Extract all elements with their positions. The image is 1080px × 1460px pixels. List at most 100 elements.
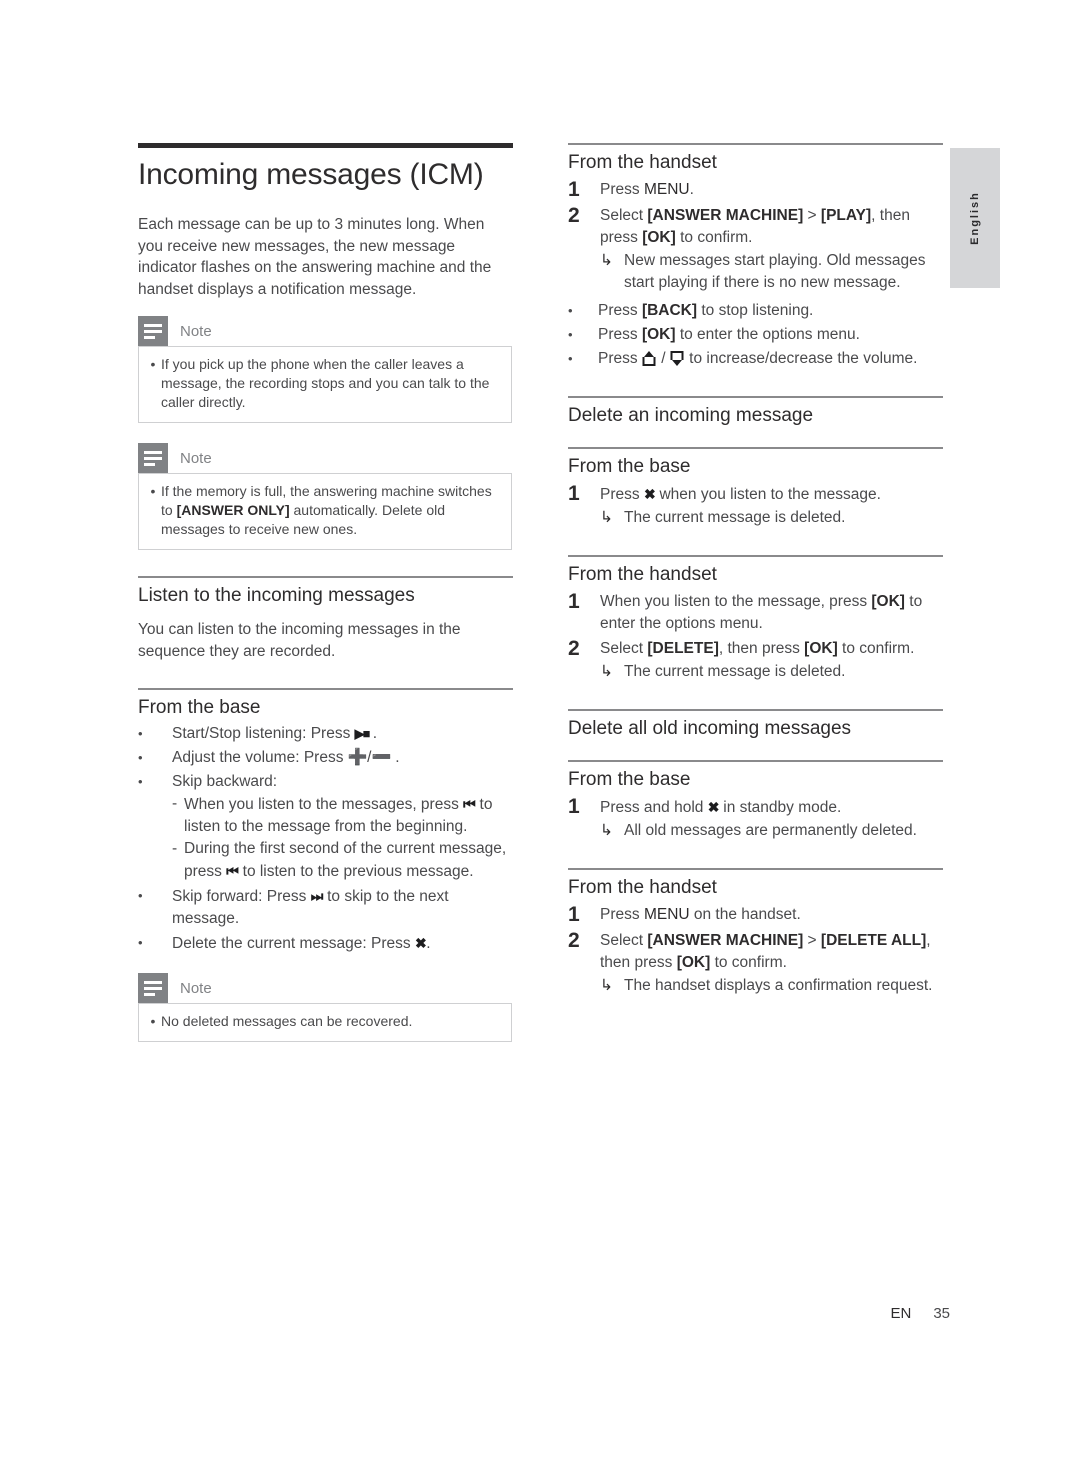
- footer-locale: EN: [890, 1305, 912, 1322]
- list-item-text: Press / to increase/decrease the volume.: [598, 348, 943, 370]
- volume-up-icon: [642, 351, 656, 366]
- result-arrow-icon: ↳: [600, 509, 613, 526]
- note-item-text: If the memory is full, the answering mac…: [161, 482, 501, 539]
- text-fragment: to confirm.: [837, 640, 915, 657]
- delete-x-icon: ✖: [414, 935, 427, 951]
- text-fragment: in standby mode.: [718, 799, 842, 816]
- text-fragment: Press: [598, 326, 642, 343]
- list-item-text: Delete the current message: Press ✖.: [172, 932, 513, 955]
- menu-keyword: [DELETE]: [647, 640, 719, 657]
- list-item: • Press / to increase/decrease the volum…: [568, 348, 943, 370]
- section-rule: [568, 396, 943, 398]
- section-rule: [138, 688, 513, 690]
- ok-key-label: [OK]: [871, 593, 905, 610]
- subheading-from-the-base: From the base: [568, 769, 691, 790]
- text-fragment: When you listen to the message, press: [600, 593, 872, 610]
- list-item-text: Press [BACK] to stop listening.: [598, 300, 943, 322]
- result-text: New messages start playing. Old messages…: [624, 252, 926, 291]
- note-label: Note: [180, 449, 212, 467]
- section-rule: [568, 447, 943, 449]
- bullet-dot-icon: •: [568, 327, 573, 342]
- step-text: Press MENU.: [600, 178, 943, 202]
- subheading-from-the-handset: From the handset: [568, 564, 717, 585]
- text-fragment: Start/Stop listening: Press: [172, 725, 355, 742]
- bullet-dot-icon: •: [568, 351, 573, 366]
- text-fragment: Adjust the volume: Press: [172, 749, 348, 766]
- ok-key-label: [OK]: [676, 954, 711, 971]
- result-text: The handset displays a confirmation requ…: [624, 977, 933, 994]
- menu-keyword: [PLAY]: [820, 207, 872, 224]
- text-fragment: Press: [598, 350, 642, 367]
- minus-icon: ➖: [371, 749, 391, 766]
- language-tab: English: [950, 148, 1000, 288]
- subheading-from-the-handset: From the handset: [568, 877, 717, 898]
- note-box-3: Note • No deleted messages can be recove…: [138, 973, 512, 1042]
- list-item-text: During the first second of the current m…: [184, 838, 513, 883]
- list-item: • Adjust the volume: Press ➕/➖ .: [138, 747, 513, 769]
- volume-down-icon: [670, 351, 684, 366]
- ok-key-label: [OK]: [641, 326, 676, 343]
- skip-backward-sublist: - When you listen to the messages, press…: [172, 793, 513, 883]
- step-item: 2 Select [ANSWER MACHINE] > [PLAY], then…: [568, 204, 943, 294]
- bullet-dot-icon: •: [138, 750, 143, 765]
- text-fragment: .: [368, 725, 378, 742]
- language-tab-label: English: [969, 191, 981, 245]
- list-item-text: Start/Stop listening: Press ▶■ .: [172, 723, 513, 745]
- section-rule: [568, 143, 943, 145]
- bullet-dot-icon: •: [138, 726, 143, 741]
- ok-key-label: [OK]: [804, 640, 838, 657]
- note-header: Note: [138, 316, 512, 346]
- bullet-dot-icon: •: [568, 303, 573, 318]
- result-text: The current message is deleted.: [624, 509, 846, 526]
- delete-x-icon: ✖: [643, 486, 656, 502]
- title-rule: [138, 143, 513, 148]
- text-fragment: Press: [598, 302, 642, 319]
- section-heading-delete-one: Delete an incoming message: [568, 405, 814, 426]
- text-fragment: /: [656, 350, 670, 367]
- note-icon: [138, 973, 168, 1003]
- text-fragment: >: [803, 207, 821, 224]
- section-rule: [138, 576, 513, 578]
- text-fragment: Delete the current message: Press: [172, 935, 415, 952]
- subheading-from-the-base: From the base: [568, 456, 691, 477]
- result-arrow-icon: ↳: [600, 977, 613, 994]
- text-fragment: Press: [600, 486, 644, 503]
- text-fragment: Select: [600, 640, 648, 657]
- text-fragment: .: [689, 181, 694, 198]
- subheading-from-the-handset: From the handset: [568, 152, 717, 173]
- note-item: • If the memory is full, the answering m…: [145, 482, 501, 539]
- step-number: 1: [568, 178, 580, 201]
- delete-all-base-steps: 1 Press and hold ✖ in standby mode. ↳ Al…: [568, 795, 943, 842]
- base-controls-list: • Start/Stop listening: Press ▶■ . • Adj…: [138, 723, 513, 955]
- section-rule: [568, 868, 943, 870]
- note-item-text: If you pick up the phone when the caller…: [161, 356, 490, 410]
- result-text: The current message is deleted.: [624, 663, 846, 680]
- menu-keyword: [ANSWER ONLY]: [176, 502, 290, 518]
- step-number: 1: [568, 590, 580, 613]
- intro-paragraph: Each message can be up to 3 minutes long…: [138, 216, 492, 298]
- result-arrow-icon: ↳: [600, 252, 613, 269]
- step-text: When you listen to the message, press [O…: [600, 590, 943, 635]
- bullet-dot-icon: •: [138, 888, 143, 903]
- listen-section-body: You can listen to the incoming messages …: [138, 621, 461, 660]
- delete-x-icon: ✖: [707, 799, 720, 815]
- play-stop-icon: ▶■: [354, 726, 371, 741]
- text-fragment: Press and hold: [600, 799, 708, 816]
- step-text: Press MENU on the handset.: [600, 903, 943, 927]
- list-item: • Skip backward: - When you listen to th…: [138, 771, 513, 883]
- back-key-label: [BACK]: [641, 302, 698, 319]
- list-item-text: Adjust the volume: Press ➕/➖ .: [172, 747, 513, 769]
- step-number: 2: [568, 204, 580, 227]
- note-icon: [138, 316, 168, 346]
- menu-keyword: [ANSWER MACHINE]: [647, 932, 804, 949]
- bullet-dot-icon: •: [150, 483, 156, 499]
- list-item: • Start/Stop listening: Press ▶■ .: [138, 723, 513, 745]
- section-rule: [568, 709, 943, 711]
- menu-key-label: MENU: [643, 906, 690, 923]
- step-result: ↳ The current message is deleted.: [600, 661, 943, 683]
- text-fragment: >: [803, 932, 821, 949]
- step-result: ↳ All old messages are permanently delet…: [600, 820, 943, 842]
- step-number: 1: [568, 795, 580, 818]
- ok-key-label: [OK]: [642, 229, 676, 246]
- text-fragment: .: [426, 935, 431, 952]
